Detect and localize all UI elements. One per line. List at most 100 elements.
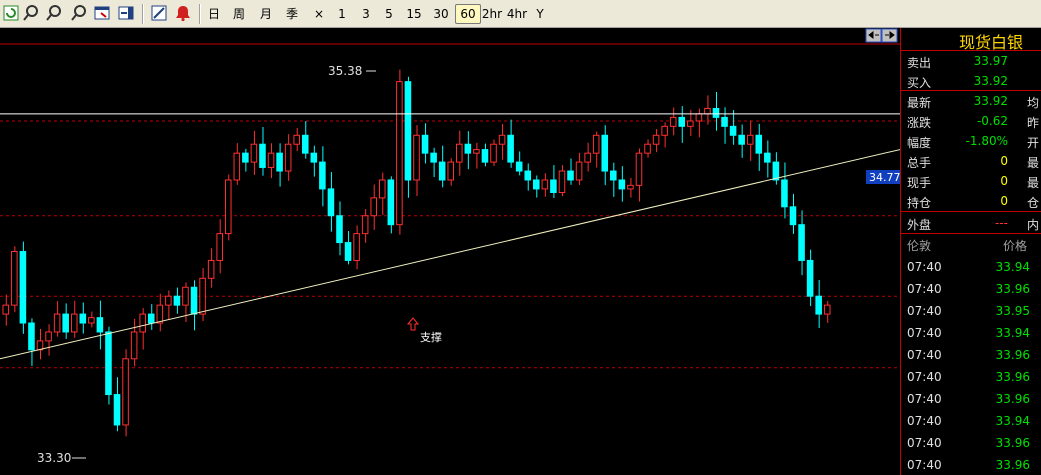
candle-body xyxy=(447,161,455,181)
candle-body xyxy=(336,215,343,244)
candle-body xyxy=(618,179,626,190)
candle-body xyxy=(344,242,352,261)
candle-body xyxy=(575,161,583,181)
quote-label: 涨跌 xyxy=(907,116,932,130)
tick-time: 07:40 xyxy=(907,436,942,450)
candle-body xyxy=(635,152,643,186)
candle-body xyxy=(823,304,831,315)
period-button[interactable]: 月 xyxy=(255,5,277,23)
candle-body xyxy=(815,295,822,315)
zoom-in-icon[interactable] xyxy=(22,4,40,22)
candle-body xyxy=(387,179,395,226)
candle-body xyxy=(11,251,18,306)
candle-body xyxy=(652,134,660,145)
quote-row: 幅度 -1.80% 开 xyxy=(901,132,1041,152)
candle-body xyxy=(96,317,104,333)
tick-price: 33.96 xyxy=(995,370,1030,384)
support-annotation: 支撑 xyxy=(420,330,442,344)
quote-label: 最新 xyxy=(907,96,932,110)
tick-price: 33.96 xyxy=(995,282,1030,296)
candle-body xyxy=(661,125,668,136)
tick-time: 07:40 xyxy=(907,414,942,428)
candle-body xyxy=(550,179,557,193)
period-button[interactable]: 15 xyxy=(403,5,425,23)
candle xyxy=(11,246,18,313)
quote-value: --- xyxy=(995,216,1008,230)
candle-body xyxy=(404,81,412,181)
period-button[interactable]: 4hr xyxy=(505,5,529,23)
candle-body xyxy=(301,134,309,154)
tick-row: 07:40 33.94 xyxy=(901,410,1041,432)
tick-time: 07:40 xyxy=(907,326,942,340)
period-button[interactable]: 3 xyxy=(357,5,375,23)
candle-body xyxy=(558,170,566,193)
period-button[interactable]: Y xyxy=(532,5,548,23)
quote-value: 0 xyxy=(1000,174,1008,188)
candle-body xyxy=(276,152,283,172)
quote-value: 33.92 xyxy=(973,94,1008,108)
candle xyxy=(224,174,232,241)
alarm-bell-icon[interactable] xyxy=(174,4,192,22)
candle-body xyxy=(789,206,797,226)
quote-label: 幅度 xyxy=(907,136,932,150)
period-button[interactable]: 60 xyxy=(455,4,481,24)
tick-row: 07:40 33.96 xyxy=(901,432,1041,454)
candle-body xyxy=(704,107,711,115)
zoom-out-icon[interactable] xyxy=(45,4,63,22)
candle-body xyxy=(293,134,300,145)
quote-extra-label: 内 xyxy=(1027,218,1040,232)
candle-body xyxy=(806,259,814,297)
toolbar-separator xyxy=(142,4,144,24)
candle-body xyxy=(498,134,506,145)
period-button[interactable]: × xyxy=(310,5,328,23)
quote-value: 0 xyxy=(1000,194,1008,208)
tick-row: 07:40 33.95 xyxy=(901,300,1041,322)
period-button[interactable]: 2hr xyxy=(481,5,503,23)
tick-row: 07:40 33.96 xyxy=(901,278,1041,300)
candle-body xyxy=(627,184,634,190)
candle-body xyxy=(541,179,549,190)
chart-background xyxy=(0,28,900,475)
candle-body xyxy=(746,134,754,145)
candle-body xyxy=(721,116,728,127)
tick-price: 33.96 xyxy=(995,458,1030,472)
tick-price: 33.94 xyxy=(995,260,1030,274)
period-button[interactable]: 1 xyxy=(333,5,351,23)
candle-body xyxy=(764,152,771,163)
draw-line-icon[interactable] xyxy=(150,4,168,22)
candle-body xyxy=(515,161,523,172)
candle xyxy=(122,349,129,437)
quote-label: 外盘 xyxy=(907,218,932,232)
candle-body xyxy=(173,295,181,306)
period-button[interactable]: 日 xyxy=(203,5,225,23)
candle-body xyxy=(524,170,532,181)
candle-body xyxy=(19,251,27,324)
window-icon[interactable] xyxy=(93,4,111,22)
candle-body xyxy=(182,286,189,306)
candle-body xyxy=(319,161,326,190)
candlestick-chart[interactable]: 35.38 33.30 支撑 34.77 xyxy=(0,28,900,475)
tick-price: 33.95 xyxy=(995,304,1030,318)
zoom-area-icon[interactable] xyxy=(70,4,88,22)
period-button[interactable]: 周 xyxy=(228,5,250,23)
quote-row: 涨跌 -0.62 昨 xyxy=(901,112,1041,132)
candle-body xyxy=(79,313,87,324)
ticks-header-price: 价格 xyxy=(1003,239,1028,253)
export-icon[interactable] xyxy=(117,4,135,22)
toolbar: 日周月季 × 1 3 5 15 30 60 2hr 4hr Y xyxy=(0,0,1041,28)
candle-body xyxy=(610,170,617,181)
refresh-icon[interactable] xyxy=(2,4,20,22)
period-button[interactable]: 季 xyxy=(281,5,303,23)
low-price-label: 33.30 xyxy=(37,451,71,465)
candle-body xyxy=(353,233,360,261)
candle-body xyxy=(695,113,703,122)
period-button[interactable]: 5 xyxy=(380,5,398,23)
candle-body xyxy=(584,152,591,163)
period-button[interactable]: 30 xyxy=(430,5,452,23)
candle-body xyxy=(413,134,420,181)
ticks-header-time: 伦敦 xyxy=(907,239,932,253)
quote-row: 卖出 33.97 xyxy=(901,52,1041,72)
candle xyxy=(404,76,412,198)
scroll-buttons[interactable] xyxy=(865,28,898,43)
quote-row: 持仓 0 仓 xyxy=(901,192,1041,212)
